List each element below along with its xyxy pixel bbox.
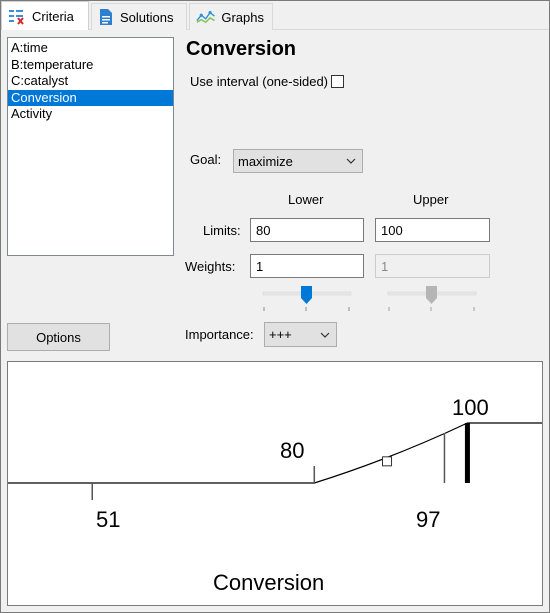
upper-header: Upper xyxy=(413,192,449,207)
lower-weight-input[interactable]: 1 xyxy=(250,254,364,278)
upper-weight-value: 1 xyxy=(381,258,389,274)
goal-label: Goal: xyxy=(190,152,222,167)
list-item[interactable]: A:time xyxy=(8,40,173,57)
lower-weight-value: 1 xyxy=(256,258,264,274)
tab-criteria[interactable]: Criteria xyxy=(1,1,89,31)
goal-select[interactable]: maximize xyxy=(233,149,363,173)
importance-select[interactable]: +++ xyxy=(264,322,337,347)
lower-limit-input[interactable]: 80 xyxy=(250,218,364,242)
goal-value: maximize xyxy=(238,153,293,169)
lower-limit-value: 80 xyxy=(256,222,271,238)
chevron-down-icon xyxy=(320,332,330,338)
list-item[interactable]: Activity xyxy=(8,106,173,123)
desirability-curve xyxy=(8,422,542,484)
upper-limit-input[interactable]: 100 xyxy=(375,218,490,242)
criterion-title: Conversion xyxy=(186,38,297,60)
tick-label-max: 97 xyxy=(416,507,441,532)
tick-label-lower: 80 xyxy=(280,438,305,463)
list-item[interactable]: B:temperature xyxy=(8,57,173,74)
tab-criteria-label: Criteria xyxy=(32,9,74,24)
weights-label: Weights: xyxy=(185,259,236,274)
tab-bar: Criteria Solutions Graphs xyxy=(1,1,549,31)
options-button-label: Options xyxy=(36,329,81,345)
limits-label: Limits: xyxy=(203,223,241,238)
importance-value: +++ xyxy=(269,327,292,342)
upper-weight-slider xyxy=(387,286,477,311)
upper-weight-input: 1 xyxy=(375,254,490,278)
upper-limit-value: 100 xyxy=(381,222,403,238)
use-interval-checkbox[interactable] xyxy=(331,75,345,88)
document-icon xyxy=(100,9,112,25)
lower-weight-slider[interactable] xyxy=(260,283,354,313)
tick-label-upper: 100 xyxy=(452,395,489,420)
slider-thumb xyxy=(426,286,437,304)
criteria-icon xyxy=(9,9,24,25)
chevron-down-icon xyxy=(346,158,356,164)
tab-solutions-label: Solutions xyxy=(120,9,174,25)
list-item[interactable]: C:catalyst xyxy=(8,73,173,90)
importance-label: Importance: xyxy=(185,327,254,342)
options-button[interactable]: Options xyxy=(7,323,110,351)
graph-icon xyxy=(196,11,215,24)
slider-thumb[interactable] xyxy=(301,286,312,304)
lower-header: Lower xyxy=(288,192,324,207)
factor-list[interactable]: A:time B:temperature C:catalyst Conversi… xyxy=(7,37,174,256)
use-interval-row: Use interval (one-sided) xyxy=(190,74,345,89)
tab-solutions[interactable]: Solutions xyxy=(91,3,187,30)
use-interval-label: Use interval (one-sided) xyxy=(190,74,329,89)
chart-title: Conversion xyxy=(213,570,325,595)
tab-graphs-label: Graphs xyxy=(221,9,264,25)
list-item-selected[interactable]: Conversion xyxy=(8,89,173,106)
desirability-plot: 51 80 97 100 Conversion xyxy=(7,361,543,606)
tab-graphs[interactable]: Graphs xyxy=(189,3,273,30)
tick-label-min: 51 xyxy=(96,507,121,532)
current-point-marker xyxy=(382,456,393,467)
